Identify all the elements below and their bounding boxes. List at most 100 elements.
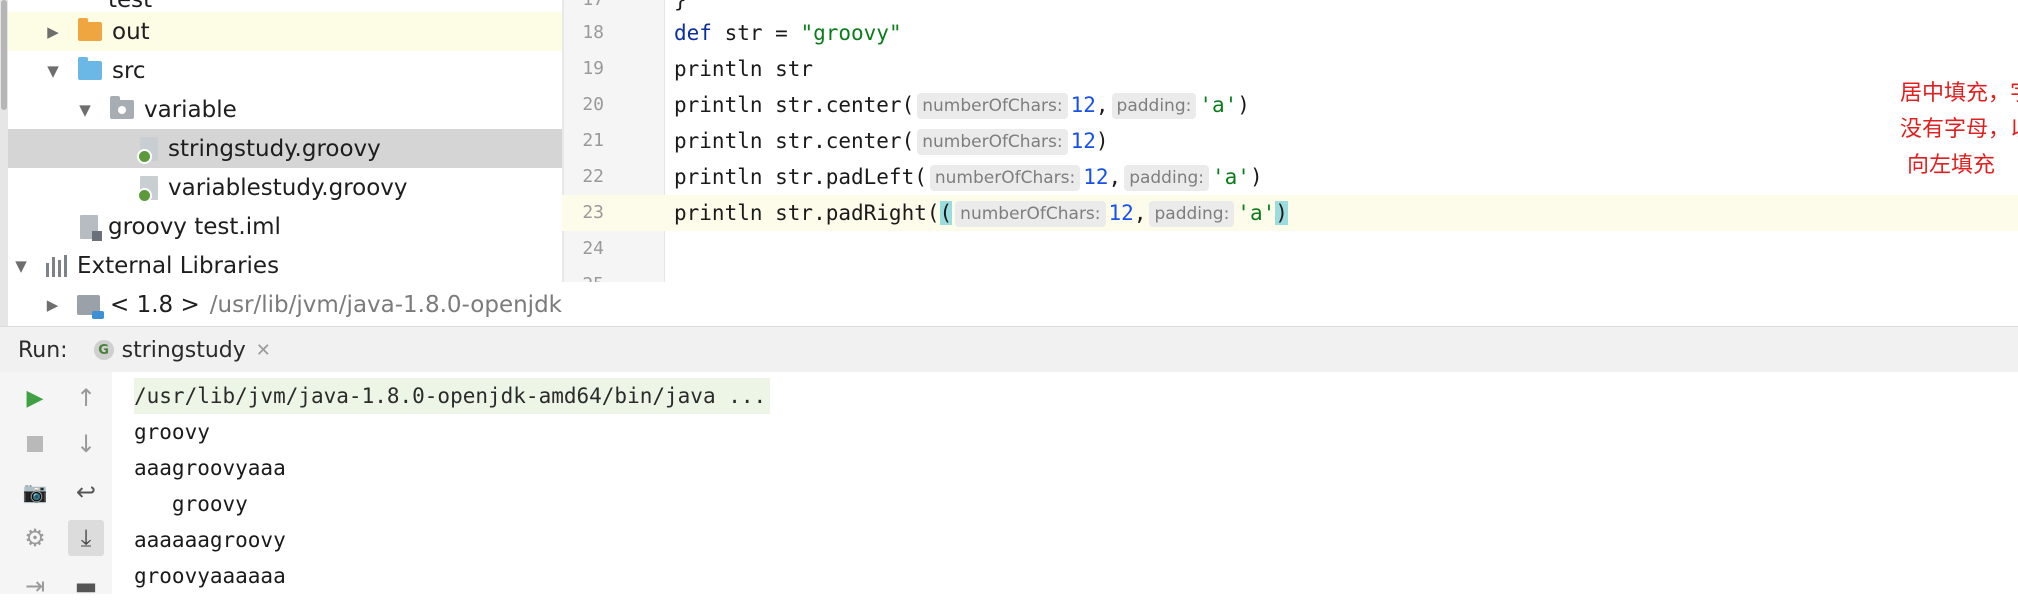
- code-line-18[interactable]: 18 def str = "groovy": [562, 15, 2018, 51]
- char-literal: 'a': [1212, 165, 1250, 189]
- soft-wrap-icon[interactable]: ↩: [68, 474, 104, 510]
- tab-stringstudy[interactable]: G stringstudy ✕: [93, 327, 271, 373]
- param-hint-chars: numberOfChars:: [929, 165, 1081, 191]
- rerun-icon[interactable]: ▶: [17, 380, 53, 416]
- tree-item-src[interactable]: ▼ src: [8, 51, 562, 90]
- code-segment: println str.center(: [674, 129, 915, 153]
- tree-item-stringstudy[interactable]: stringstudy.groovy: [8, 129, 562, 168]
- code-line-19[interactable]: 19 println str: [562, 51, 2018, 87]
- param-hint-chars: numberOfChars:: [955, 201, 1106, 227]
- chevron-down-icon[interactable]: ▼: [42, 62, 64, 80]
- tree-item-label: out: [112, 18, 150, 45]
- annotation-line: 没有字母，以空格填充: [1900, 117, 2018, 142]
- number-literal: 12: [1070, 93, 1096, 117]
- project-tree: test ▶ out ▼ src ▼ variable stringstudy.…: [0, 0, 562, 326]
- tree-item-out[interactable]: ▶ out: [8, 12, 562, 51]
- code-line-25[interactable]: 25: [562, 267, 2018, 282]
- comma: ,: [1108, 165, 1122, 189]
- tab-label: stringstudy: [121, 337, 246, 363]
- print-icon[interactable]: ▬: [68, 568, 104, 604]
- code-text: println str.center(numberOfChars: 12): [674, 123, 1109, 159]
- console-output[interactable]: /usr/lib/jvm/java-1.8.0-openjdk-amd64/bi…: [112, 372, 2018, 594]
- jdk-icon: [77, 294, 104, 319]
- tree-item-external-libraries[interactable]: ▼ External Libraries: [8, 246, 562, 285]
- code-text: def str = "groovy": [674, 15, 902, 51]
- line-number: 24: [582, 238, 604, 259]
- open-paren-highlight: (: [939, 201, 953, 225]
- code-segment: println str.padLeft(: [674, 165, 927, 189]
- chevron-right-icon[interactable]: ▶: [42, 296, 63, 314]
- stop-icon[interactable]: [17, 426, 53, 462]
- line-number: 22: [582, 166, 604, 187]
- run-tool-window-header: Run: G stringstudy ✕: [0, 326, 2018, 374]
- code-text: println str.padRight((numberOfChars: 12, p…: [674, 195, 1288, 231]
- code-line-22[interactable]: 22 println str.padLeft(numberOfChars: 12,…: [562, 159, 2018, 195]
- tree-item-label: stringstudy.groovy: [168, 135, 381, 162]
- chevron-down-icon[interactable]: ▼: [74, 101, 96, 119]
- close-paren: ): [1095, 129, 1109, 153]
- tree-item-iml[interactable]: groovy test.iml: [8, 207, 562, 246]
- code-line-21[interactable]: 21 println str.center(numberOfChars: 12): [562, 123, 2018, 159]
- settings-icon[interactable]: ⚙: [17, 520, 53, 556]
- line-number: 20: [582, 94, 604, 115]
- chevron-down-icon[interactable]: ▼: [10, 257, 32, 275]
- param-hint-chars: numberOfChars:: [917, 129, 1068, 155]
- console-line: groovy: [134, 420, 210, 444]
- number-literal: 12: [1070, 129, 1096, 153]
- login-icon[interactable]: ⇥: [17, 568, 53, 604]
- groovy-file-icon: [137, 175, 158, 203]
- red-annotation: 居中填充，字符长度12，填充字母是a 没有字母，以空格填充 向左填充: [1900, 76, 2018, 184]
- line-number: 18: [582, 22, 604, 43]
- annotation-line: 向左填充: [1900, 153, 1995, 178]
- line-number: 25: [564, 267, 604, 282]
- param-hint-padding: padding:: [1111, 93, 1197, 119]
- groovy-file-icon: [137, 136, 158, 164]
- library-icon: [46, 254, 67, 277]
- camera-icon[interactable]: 📷: [17, 474, 53, 510]
- console-line: groovy: [134, 492, 248, 516]
- char-literal: 'a': [1199, 93, 1238, 117]
- code-text: println str: [674, 57, 814, 81]
- tree-item-path: /usr/lib/jvm/java-1.8.0-openjdk: [209, 291, 562, 318]
- module-file-icon: [80, 214, 102, 241]
- tree-item-label: variable: [144, 96, 237, 123]
- tree-scrollbar[interactable]: [0, 0, 8, 326]
- code-line-24[interactable]: 24: [562, 231, 2018, 267]
- string-literal: "groovy": [800, 21, 902, 45]
- line-number: 21: [582, 130, 604, 151]
- tree-scrollbar-thumb[interactable]: [1, 0, 7, 110]
- number-literal: 12: [1083, 165, 1109, 189]
- up-arrow-icon[interactable]: ↑: [68, 380, 104, 416]
- param-hint-padding: padding:: [1124, 165, 1209, 191]
- tree-item-label: src: [112, 57, 146, 84]
- tree-item-variablestudy[interactable]: variablestudy.groovy: [8, 168, 562, 207]
- package-icon: [110, 96, 134, 119]
- code-segment: println str.center(: [674, 93, 915, 117]
- chevron-right-icon[interactable]: ▶: [42, 23, 64, 41]
- line-number: 23: [582, 202, 604, 223]
- run-label: Run:: [18, 337, 68, 363]
- console-command-line: /usr/lib/jvm/java-1.8.0-openjdk-amd64/bi…: [134, 378, 771, 414]
- code-line-20[interactable]: 20 println str.center(numberOfChars: 12, p…: [562, 87, 2018, 123]
- tree-item-label: groovy test.iml: [108, 213, 281, 240]
- number-literal: 12: [1108, 201, 1134, 225]
- code-segment: str =: [711, 21, 801, 45]
- scroll-to-end-icon[interactable]: ⤓: [68, 520, 104, 556]
- groovy-run-icon: G: [93, 340, 114, 360]
- folder-icon: [78, 18, 102, 41]
- annotation-line: 居中填充，字符长度12，填充字母是a: [1900, 81, 2018, 106]
- code-segment: println str.padRight(: [674, 201, 940, 225]
- tree-item-jdk[interactable]: ▶ < 1.8 > /usr/lib/jvm/java-1.8.0-openjd…: [8, 285, 562, 324]
- source-folder-icon: [78, 57, 102, 80]
- tree-item-label: test: [108, 0, 152, 13]
- code-line-23[interactable]: 23 println str.padRight((numberOfChars: 1…: [562, 195, 2018, 231]
- code-editor[interactable]: 17 } 18 def str = "groovy" 19 println st…: [562, 0, 2018, 282]
- tree-item-label: External Libraries: [77, 252, 280, 279]
- comma: ,: [1095, 93, 1109, 117]
- close-icon[interactable]: ✕: [256, 340, 271, 361]
- tree-item-label: variablestudy.groovy: [168, 174, 408, 201]
- down-arrow-icon[interactable]: ↓: [68, 426, 104, 462]
- close-paren-highlight: ): [1275, 201, 1288, 225]
- line-number: 19: [582, 58, 604, 79]
- tree-item-variable[interactable]: ▼ variable: [8, 90, 562, 129]
